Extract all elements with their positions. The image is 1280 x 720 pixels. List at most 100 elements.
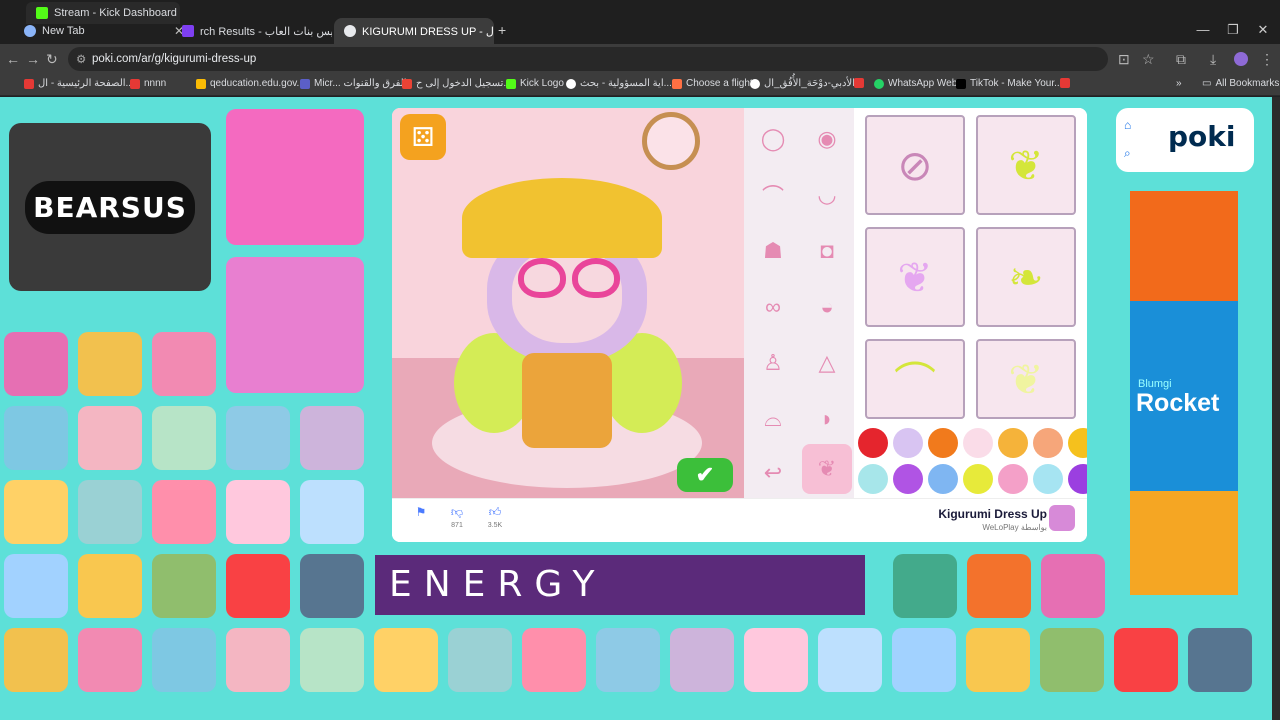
restore-icon[interactable]: ❐ (1218, 22, 1248, 38)
category-hair-icon[interactable]: ☗ (748, 226, 798, 276)
game-thumb[interactable] (78, 628, 142, 692)
game-thumb[interactable] (596, 628, 660, 692)
game-thumb[interactable] (892, 628, 956, 692)
game-thumb[interactable] (374, 628, 438, 692)
tab-kigurumi[interactable]: KIGURUMI DRESS UP - ال... ✕ (334, 18, 494, 44)
category-mouth-icon[interactable]: ◡ (802, 170, 852, 220)
color-swatch[interactable] (1068, 428, 1087, 458)
game-thumb[interactable] (152, 628, 216, 692)
overflow-icon[interactable]: » (1176, 78, 1182, 89)
game-thumb[interactable] (78, 554, 142, 618)
energy-banner[interactable]: ENERGY (375, 555, 865, 615)
game-thumb[interactable] (522, 628, 586, 692)
new-tab-button[interactable]: + (498, 22, 506, 38)
game-thumb[interactable] (818, 628, 882, 692)
bookmark-item[interactable]: TikTok - Make Your... (956, 78, 1062, 89)
game-thumb[interactable] (4, 480, 68, 544)
item-fairy-wings[interactable]: ❦ (865, 227, 965, 327)
game-thumb-bearsus[interactable]: BEARSUS (9, 123, 211, 291)
bookmark-item[interactable]: تسجيل الدخول إلى ح... (402, 78, 512, 89)
dice-icon[interactable]: ⚄ (400, 114, 446, 160)
category-bag-icon[interactable]: ◒ (802, 282, 852, 332)
color-swatch[interactable] (893, 428, 923, 458)
game-thumb[interactable] (1040, 628, 1104, 692)
item-butterfly-wings[interactable]: ❦ (976, 115, 1076, 215)
game-thumb[interactable] (966, 628, 1030, 692)
game-thumb[interactable] (300, 554, 364, 618)
bookmark-item[interactable]: nnnn (130, 78, 166, 89)
game-thumb[interactable] (4, 332, 68, 396)
color-swatch[interactable] (998, 428, 1028, 458)
category-hat-icon[interactable]: ⌓ (748, 394, 798, 444)
game-thumb[interactable] (226, 109, 364, 245)
category-dress-icon[interactable]: △ (802, 338, 852, 388)
color-swatch[interactable] (928, 464, 958, 494)
game-thumb[interactable] (4, 554, 68, 618)
category-eyes-icon[interactable]: ◉ (802, 114, 852, 164)
bookmark-item[interactable] (1060, 78, 1070, 88)
confirm-button[interactable]: ✔ (677, 458, 733, 492)
game-thumb[interactable] (4, 628, 68, 692)
item-bat-wings[interactable]: ⌒ (865, 339, 965, 419)
scrollbar[interactable] (1272, 97, 1280, 720)
game-thumb[interactable] (448, 628, 512, 692)
category-backpack-icon[interactable]: ◘ (802, 226, 852, 276)
game-thumb[interactable] (226, 480, 290, 544)
game-thumb[interactable] (967, 554, 1031, 618)
search-icon[interactable]: ⌕ (1124, 146, 1131, 161)
color-swatch[interactable] (928, 428, 958, 458)
game-thumb[interactable] (893, 554, 957, 618)
game-thumb[interactable] (1041, 554, 1105, 618)
category-outfit-icon[interactable]: ♙ (748, 338, 798, 388)
star-icon[interactable]: ☆ (1142, 51, 1155, 68)
game-thumb[interactable] (226, 406, 290, 470)
back-icon[interactable]: ← (6, 51, 20, 67)
all-bookmarks[interactable]: ▭ All Bookmarks (1202, 78, 1279, 89)
bookmark-item[interactable]: اية المسؤولية - بحث... (566, 78, 672, 89)
bookmark-item[interactable] (854, 78, 864, 88)
bookmark-item[interactable]: الصفحة الرئيسية - ال... (24, 78, 134, 89)
bookmark-item[interactable]: Micr... الفرق والقنوات (300, 78, 406, 89)
color-swatch[interactable] (893, 464, 923, 494)
bookmark-item[interactable]: WhatsApp Web (874, 78, 957, 89)
game-thumb[interactable] (226, 554, 290, 618)
site-info-icon[interactable]: ⚙ (76, 52, 86, 66)
color-swatch[interactable] (1068, 464, 1087, 494)
url-field[interactable]: ⚙ poki.com/ar/g/kigurumi-dress-up (68, 47, 1108, 71)
item-light-wings[interactable]: ❦ (976, 339, 1076, 419)
game-thumb[interactable] (226, 628, 290, 692)
extensions-icon[interactable]: ⧉ (1176, 51, 1186, 68)
game-thumb[interactable] (4, 406, 68, 470)
install-icon[interactable]: ⊡ (1118, 51, 1130, 68)
item-angel-wings[interactable]: ❧ (976, 227, 1076, 327)
category-shoes-icon[interactable]: ◗ (802, 394, 852, 444)
game-thumb[interactable] (152, 480, 216, 544)
poki-logo[interactable]: poki (1168, 120, 1236, 153)
tab-search-results[interactable]: rch Results - تلبيس بنات العاب ✕ (172, 18, 332, 44)
forward-icon[interactable]: → (26, 51, 40, 67)
color-swatch[interactable] (1033, 428, 1063, 458)
game-thumb[interactable] (300, 406, 364, 470)
game-thumb[interactable] (78, 332, 142, 396)
game-thumb[interactable] (300, 628, 364, 692)
color-swatch[interactable] (1033, 464, 1063, 494)
game-thumb[interactable] (1114, 628, 1178, 692)
avatar[interactable] (1234, 52, 1248, 66)
game-frame[interactable]: ⚄ ✔ ◯ ◉ ⌒ ◡ ☗ ◘ ∞ ◒ ♙ △ ⌓ ◗ ↩ ❦ ⊘ ❦ ❦ ❧ … (392, 108, 1087, 542)
ad-blumgi-rocket[interactable]: Blumgi Rocket (1130, 191, 1238, 595)
item-none-icon[interactable]: ⊘ (865, 115, 965, 215)
game-thumb[interactable] (670, 628, 734, 692)
category-face-icon[interactable]: ◯ (748, 114, 798, 164)
dislike-icon[interactable]: 👎︎ 871 (442, 505, 472, 529)
game-thumb[interactable] (300, 480, 364, 544)
game-thumb[interactable] (744, 628, 808, 692)
category-brows-icon[interactable]: ⌒ (748, 170, 798, 220)
bookmark-item[interactable]: Kick Logo (506, 78, 564, 89)
flag-icon[interactable]: ⚑ (406, 505, 436, 519)
bookmark-item[interactable]: الأدبي-دوْحَة_الأُفُق_ال... (750, 78, 863, 89)
bookmark-item[interactable]: Choose a flight (672, 78, 753, 89)
download-icon[interactable]: ⤓ (1210, 51, 1216, 68)
color-swatch[interactable] (858, 428, 888, 458)
category-glasses-icon[interactable]: ∞ (748, 282, 798, 332)
color-swatch[interactable] (963, 464, 993, 494)
